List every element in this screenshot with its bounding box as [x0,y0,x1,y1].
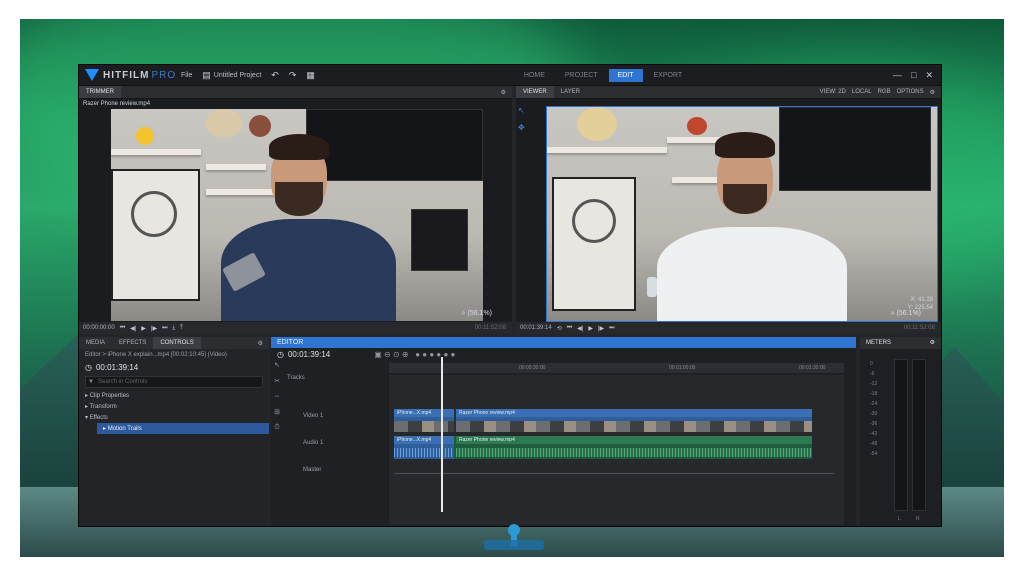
editor-panel: EDITOR ◷ 00:01:39:14 ▣ ⊖ ⊙ ⊕ ● ● ● ● ● ●… [271,337,856,526]
slip-tool-icon[interactable]: ⇔ [274,393,281,400]
tree-effects[interactable]: ▾ Effects [79,412,269,423]
ripple-tool-icon[interactable]: ⊞ [274,408,280,416]
tab-trimmer[interactable]: TRIMMER [79,86,121,98]
viewer-transport: 00:01:39:14 ⟲ ⏮ ◀| ▶ |▶ ⏭ 00:11:52:08 [516,322,941,334]
skip-start-icon[interactable]: ⏮ [567,325,572,332]
tree-clip-properties[interactable]: ▸ Clip Properties [79,390,269,401]
clip-name: Razer Phone review.mp4 [83,101,151,107]
clock-icon: ◷ [277,349,284,359]
viewer-panel: VIEWER LAYER VIEW: 2D LOCAL RGB OPTIONS … [516,86,941,334]
redo-icon[interactable]: ↷ [289,70,297,81]
play-icon[interactable]: ▶ [588,325,593,332]
trimmer-end-timecode: 00:11:52:08 [474,325,506,331]
grid-menu-icon[interactable]: ▦ [306,70,315,81]
audio-clip-2[interactable]: Razer Phone review.mp4 [456,436,812,459]
step-back-icon[interactable]: ◀| [577,325,583,332]
tab-layer[interactable]: LAYER [554,86,587,98]
controls-search-input[interactable]: ▼ Search in Controls [85,376,263,388]
minimize-icon[interactable]: — [893,70,902,81]
gear-icon[interactable]: ⚙ [930,89,935,96]
video-clip-1[interactable]: iPhone...X.mp4 [394,409,454,432]
viewer-end-timecode: 00:11:52:08 [903,325,935,331]
playhead[interactable] [441,357,443,512]
rgb-select[interactable]: RGB [878,89,891,96]
play-icon[interactable]: ▶ [141,325,146,332]
video-track-label: Video 1 [303,413,324,419]
trimmer-zoom[interactable]: (56.1%) [467,310,492,317]
view-mode-select[interactable]: VIEW: 2D [820,89,846,96]
tab-home[interactable]: HOME [515,69,554,82]
meters-panel: METERS ⚙ 0 -6 -12 -18 -24 -30 -36 -42 -48 -54 L R [860,337,941,526]
project-menu[interactable]: ▤ Untitled Project [202,70,261,81]
hitfilm-window: HITFILM PRO File ▤ Untitled Project ↶ ↷ ▦… [78,64,942,527]
skip-end-icon[interactable]: ⏭ [162,325,167,332]
title-bar: HITFILM PRO File ▤ Untitled Project ↶ ↷ ▦… [79,65,941,86]
editor-timecode: 00:01:39:14 [287,349,331,359]
meter-scale: 0 -6 -12 -18 -24 -30 -36 -42 -48 -54 [870,361,878,457]
step-forward-icon[interactable]: |▶ [598,325,604,332]
skip-end-icon[interactable]: ⏭ [609,325,614,332]
step-forward-icon[interactable]: |▶ [151,325,157,332]
filter-icon: ▼ [88,379,94,385]
master-track-label: Master [303,467,322,473]
razor-tool-icon[interactable]: ✂ [274,377,280,385]
viewer-zoom[interactable]: (56.1%) [896,310,921,317]
editor-info: Editor > iPhone X explain...mp4 [00:02:1… [85,352,227,358]
clock-icon: ◷ [85,363,92,372]
logo-triangle-icon [85,69,99,81]
audio-clip-1[interactable]: iPhone...X.mp4 [394,436,454,459]
controls-panel: MEDIA EFFECTS CONTROLS ⚙ Editor > iPhone… [79,337,269,526]
tracks-label: Tracks [287,375,305,381]
tab-editor[interactable]: EDITOR [277,339,303,346]
trimmer-timecode: 00:00:00:00 [83,325,115,331]
audio-track-label: Audio 1 [303,440,324,446]
rate-tool-icon[interactable]: ⏱ [274,424,279,432]
editor-tool-strip: ↖ ✂ ⇔ ⊞ ⏱ [271,361,283,526]
loop-icon[interactable]: ⟲ [557,325,562,332]
tab-project[interactable]: PROJECT [556,69,607,82]
close-icon[interactable]: ✕ [925,70,933,81]
maximize-icon[interactable]: □ [911,70,916,81]
tab-export[interactable]: EXPORT [645,69,692,82]
magnifier-icon[interactable]: ⌕ [462,310,466,317]
video-clip-2[interactable]: Razer Phone review.mp4 [456,409,812,432]
trimmer-video-frame[interactable] [111,109,483,321]
select-tool-icon[interactable]: ↖ [518,106,528,115]
tree-motion-trails[interactable]: ▸ Motion Trails [97,423,269,434]
overlay-icon[interactable]: ⤒ [180,325,183,332]
app-logo: HITFILM PRO [85,69,181,81]
tab-viewer[interactable]: VIEWER [516,86,554,98]
step-back-icon[interactable]: ◀| [130,325,136,332]
skip-start-icon[interactable]: ⏮ [120,325,125,332]
local-select[interactable]: LOCAL [852,89,872,96]
meter-right [912,359,926,511]
watermark-logo [474,520,554,556]
gear-icon[interactable]: ⚙ [930,337,935,349]
tab-edit[interactable]: EDIT [608,68,643,82]
viewer-timecode: 00:01:39:14 [520,325,552,331]
undo-icon[interactable]: ↶ [271,70,279,81]
hand-tool-icon[interactable]: ✥ [518,123,528,132]
tree-transform[interactable]: ▸ Transform [79,401,269,412]
trimmer-transport: 00:00:00:00 ⏮ ◀| ▶ |▶ ⏭ ⤓ ⤒ 00:11:52:08 [79,322,512,334]
timeline-track-area[interactable]: iPhone...X.mp4 Razer Phone review.mp4 iP… [389,375,844,525]
controls-timecode: 00:01:39:14 [95,363,139,372]
select-tool-icon[interactable]: ↖ [274,361,280,369]
project-icon: ▤ [202,69,211,80]
file-menu[interactable]: File [181,72,192,79]
gear-icon[interactable]: ⚙ [258,340,263,347]
viewer-video-frame[interactable] [546,106,938,322]
timeline-tools[interactable]: ▣ ⊖ ⊙ ⊕ ● ● ● ● ● ● [374,350,455,359]
tab-media[interactable]: MEDIA [79,337,112,349]
trimmer-panel: TRIMMER ⚙ Razer Phone review.mp4 ⌕ (56.1… [79,86,512,334]
meter-left [894,359,908,511]
gear-icon[interactable]: ⚙ [501,89,506,96]
options-menu[interactable]: OPTIONS [897,89,924,96]
tab-controls[interactable]: CONTROLS [153,337,201,349]
tab-meters[interactable]: METERS [866,337,891,349]
tab-effects[interactable]: EFFECTS [112,337,153,349]
timeline-ruler[interactable]: 00:00:30:00 00:01:00:00 00:01:30:00 [389,363,844,373]
insert-icon[interactable]: ⤓ [173,325,176,332]
magnifier-icon[interactable]: ⌕ [891,310,895,317]
